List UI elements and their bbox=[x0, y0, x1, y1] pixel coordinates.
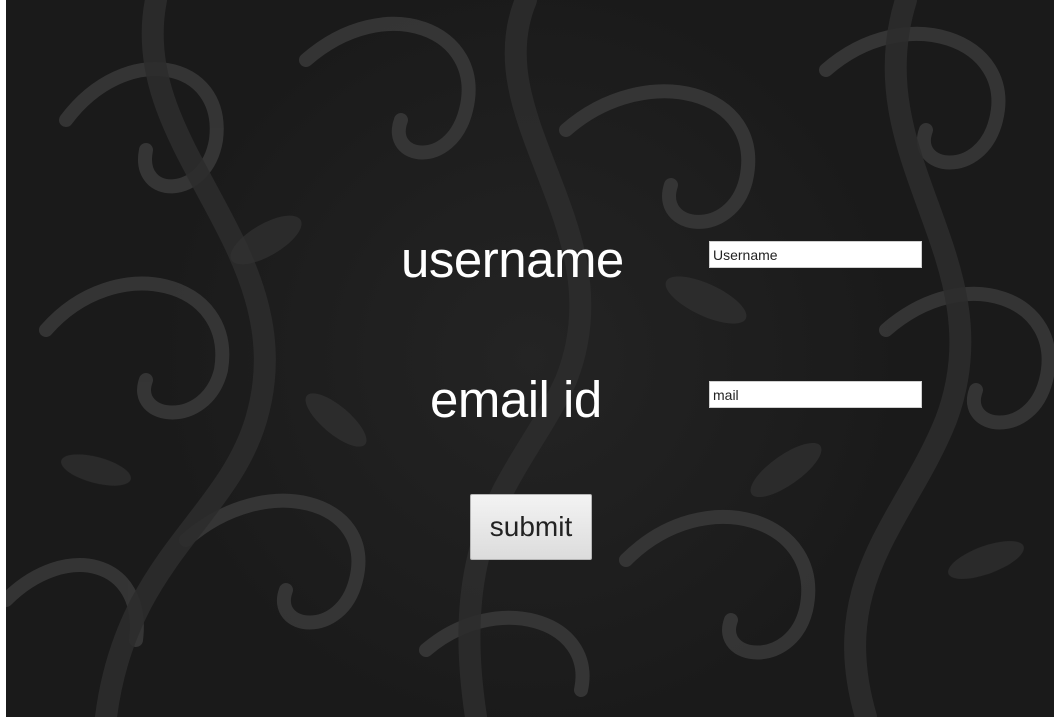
damask-swirl-pattern-icon bbox=[6, 0, 1054, 717]
damask-background bbox=[6, 0, 1054, 717]
username-label: username bbox=[401, 231, 624, 288]
email-id-label: email id bbox=[430, 371, 602, 428]
email-input[interactable] bbox=[709, 381, 922, 408]
username-input[interactable] bbox=[709, 241, 922, 268]
page: username email id submit bbox=[0, 0, 1054, 717]
submit-button[interactable]: submit bbox=[470, 494, 592, 560]
